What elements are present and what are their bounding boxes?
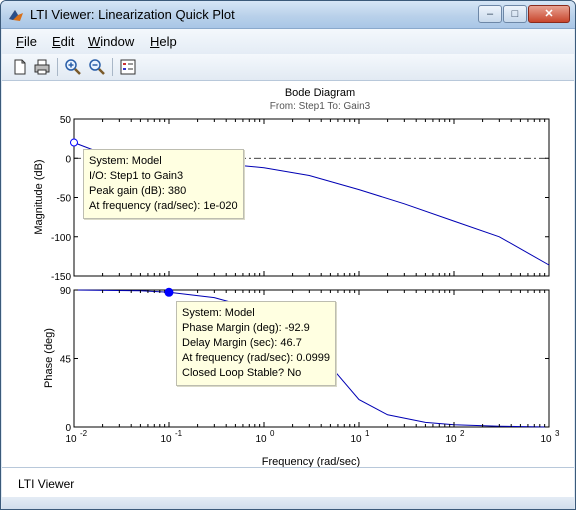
title-bar[interactable]: LTI Viewer: Linearization Quick Plot – □… bbox=[1, 1, 575, 29]
maximize-button[interactable]: □ bbox=[503, 5, 527, 23]
magnitude-y-tick-label: -100 bbox=[51, 233, 71, 244]
bode-diagram[interactable]: Bode Diagram From: Step1 To: Gain3 50 0 -5… bbox=[2, 81, 574, 468]
magnitude-y-tick-label: -50 bbox=[57, 194, 72, 205]
window-bottom-border bbox=[2, 497, 574, 509]
x-tick-exponent: -1 bbox=[175, 429, 183, 438]
datatip-line: System: Model bbox=[89, 155, 162, 167]
window-title: LTI Viewer: Linearization Quick Plot bbox=[30, 7, 235, 22]
close-button[interactable]: ✕ bbox=[528, 5, 570, 23]
datatip-line: At frequency (rad/sec): 1e-020 bbox=[89, 200, 238, 212]
toolbar-separator bbox=[57, 58, 58, 76]
datatip-line: Peak gain (dB): 380 bbox=[89, 185, 187, 197]
phase-y-tick-label: 0 bbox=[65, 423, 71, 434]
x-tick-exponent: 1 bbox=[365, 429, 370, 438]
magnitude-datatip[interactable]: System: Model I/O: Step1 to Gain3 Peak g… bbox=[83, 149, 244, 219]
menu-bar: File Edit Window Help bbox=[2, 29, 574, 54]
datatip-line: At frequency (rad/sec): 0.0999 bbox=[182, 352, 330, 364]
magnitude-y-tick-label: -150 bbox=[51, 272, 71, 283]
toolbar bbox=[2, 54, 574, 81]
plot-subtitle: From: Step1 To: Gain3 bbox=[270, 101, 371, 112]
phase-axis-label: Phase (deg) bbox=[43, 328, 55, 388]
menu-window[interactable]: Window bbox=[88, 34, 134, 49]
menu-edit[interactable]: Edit bbox=[52, 34, 74, 49]
menu-file[interactable]: File bbox=[16, 34, 37, 49]
status-text: LTI Viewer bbox=[18, 477, 75, 491]
minimize-icon: – bbox=[486, 8, 494, 20]
datatip-line: Closed Loop Stable? No bbox=[182, 367, 302, 379]
menu-help[interactable]: Help bbox=[150, 34, 177, 49]
magnitude-axis-label: Magnitude (dB) bbox=[33, 159, 45, 234]
lti-viewer-window: LTI Viewer: Linearization Quick Plot – □… bbox=[0, 0, 576, 510]
minimize-button[interactable]: – bbox=[478, 5, 502, 23]
x-tick-label: 10 bbox=[160, 434, 172, 445]
x-tick-label: 10 bbox=[540, 434, 552, 445]
plot-area: Bode Diagram From: Step1 To: Gain3 50 0 -5… bbox=[2, 81, 574, 468]
phase-datatip[interactable]: System: Model Phase Margin (deg): -92.9 … bbox=[176, 301, 336, 386]
x-tick-label: 10 bbox=[350, 434, 362, 445]
phase-margin-marker[interactable] bbox=[164, 287, 174, 297]
print-icon[interactable] bbox=[32, 57, 52, 77]
grid-legend-icon[interactable] bbox=[118, 57, 138, 77]
datatip-line: I/O: Step1 to Gain3 bbox=[89, 170, 184, 182]
magnitude-y-tick-label: 50 bbox=[60, 115, 72, 126]
close-icon: ✕ bbox=[544, 8, 554, 20]
zoom-in-icon[interactable] bbox=[63, 57, 83, 77]
frequency-axis-label: Frequency (rad/sec) bbox=[262, 456, 360, 467]
datatip-line: System: Model bbox=[182, 307, 255, 319]
x-tick-exponent: 3 bbox=[555, 429, 560, 438]
phase-y-tick-label: 90 bbox=[60, 286, 72, 297]
matlab-app-icon bbox=[9, 10, 23, 21]
datatip-line: Delay Margin (sec): 46.7 bbox=[182, 337, 302, 349]
peak-gain-marker[interactable] bbox=[70, 138, 78, 147]
toolbar-separator bbox=[112, 58, 113, 76]
magnitude-y-tick-label: 0 bbox=[65, 154, 71, 165]
x-tick-label: 10 bbox=[255, 434, 267, 445]
maximize-icon: □ bbox=[511, 8, 519, 20]
x-tick-exponent: 2 bbox=[460, 429, 465, 438]
x-tick-label: 10 bbox=[445, 434, 457, 445]
datatip-line: Phase Margin (deg): -92.9 bbox=[182, 322, 310, 334]
zoom-out-icon[interactable] bbox=[87, 57, 107, 77]
new-document-icon[interactable] bbox=[10, 57, 30, 77]
phase-y-tick-label: 45 bbox=[60, 355, 72, 366]
x-tick-label: 10 bbox=[65, 434, 77, 445]
plot-title: Bode Diagram bbox=[285, 87, 355, 99]
x-tick-exponent: -2 bbox=[80, 429, 88, 438]
status-bar: LTI Viewer bbox=[2, 467, 574, 497]
x-tick-exponent: 0 bbox=[270, 429, 275, 438]
